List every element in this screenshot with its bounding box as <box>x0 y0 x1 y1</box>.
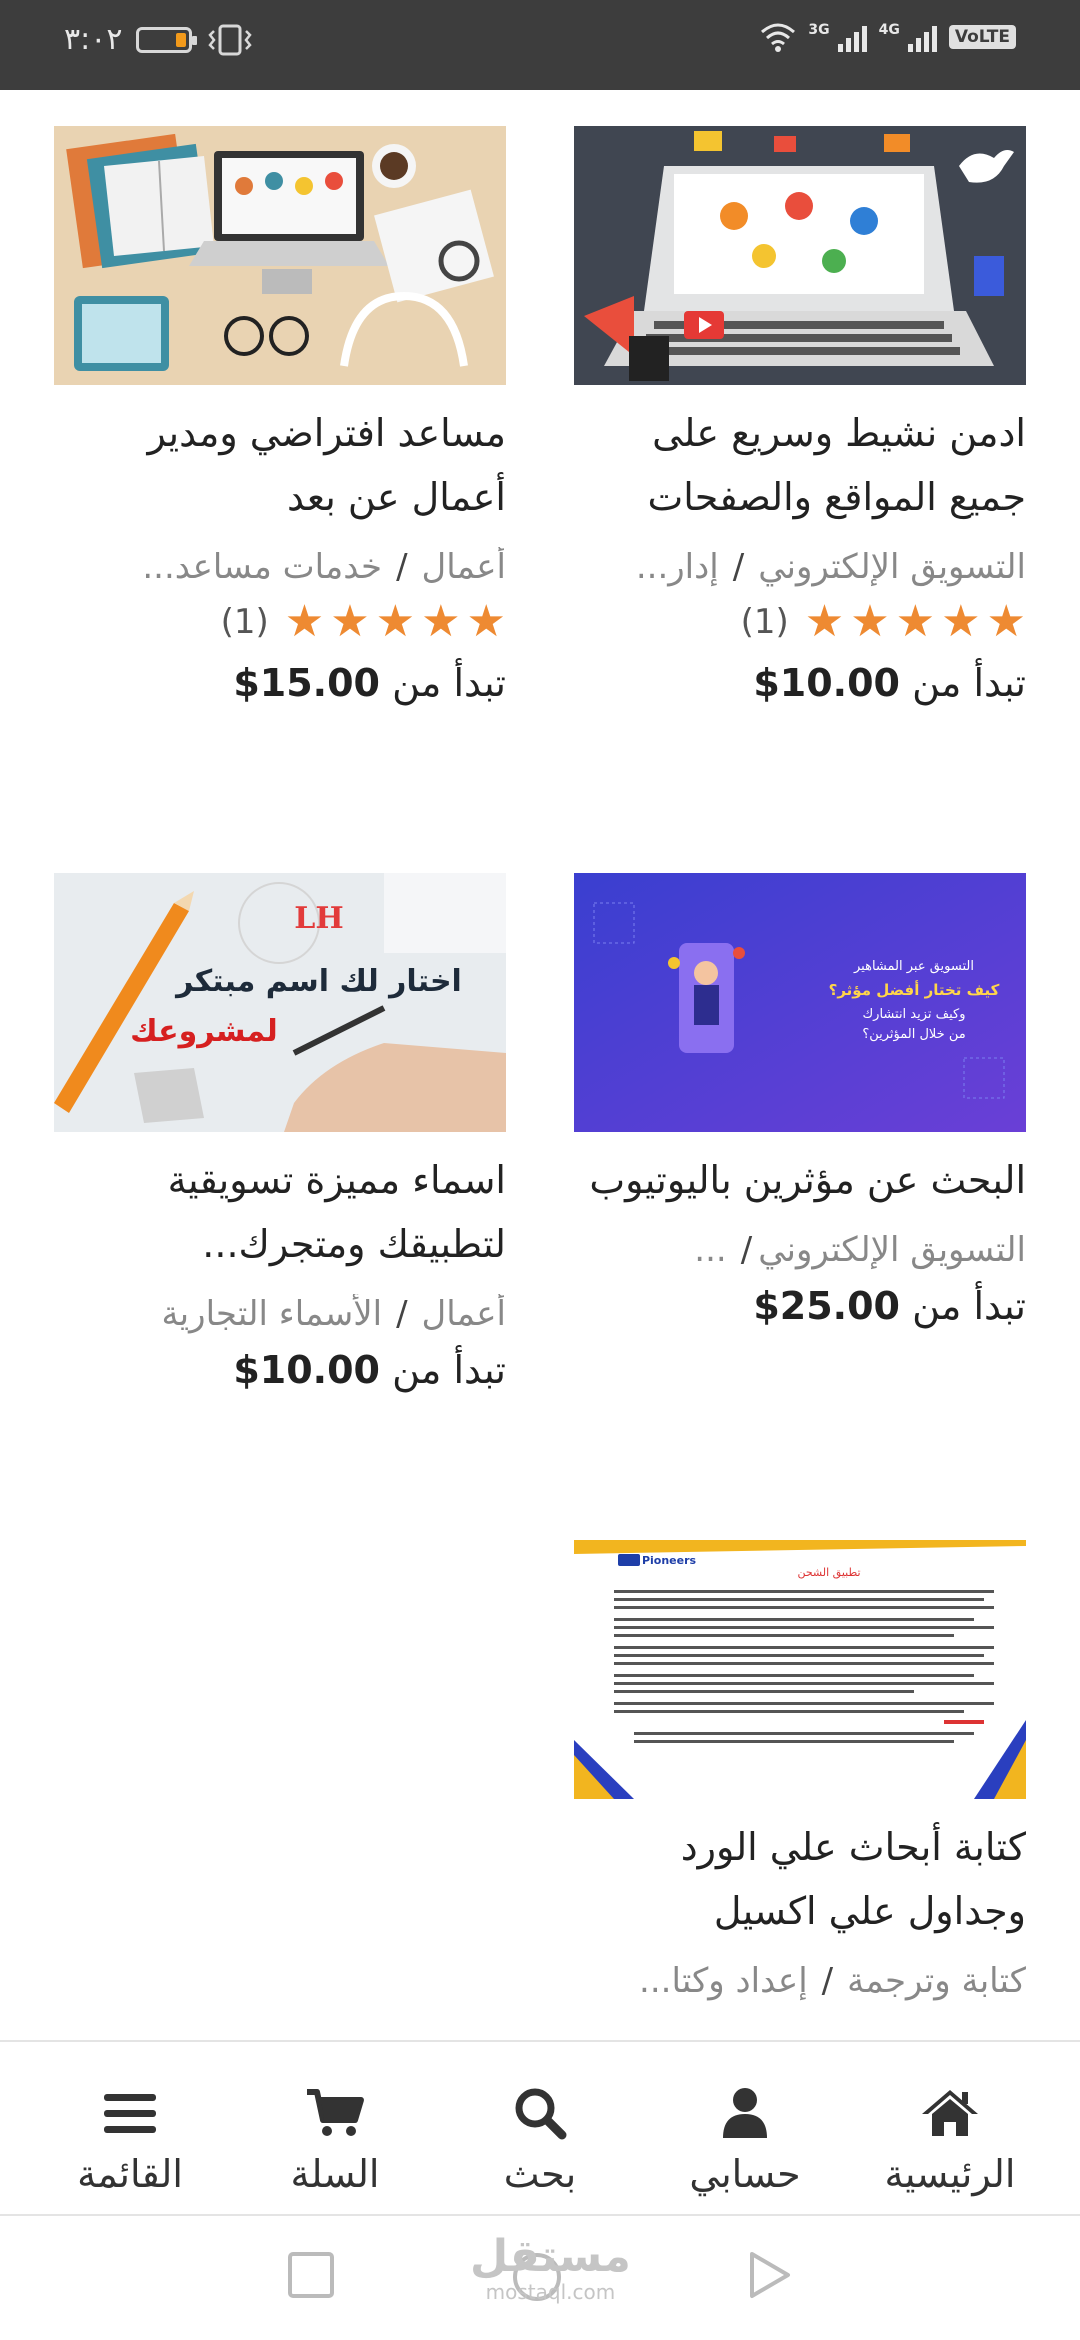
product-title[interactable]: كتابة أبحاث علي الورد وجداول علي اكسيل <box>574 1815 1026 1943</box>
image-text: LH <box>294 901 343 936</box>
rating-count: (1) <box>740 602 789 642</box>
category-link[interactable]: التسويق الإلكتروني <box>758 547 1026 587</box>
document-page-image[interactable]: Pioneers تطبيق الشحن <box>574 1540 1026 1799</box>
volte-badge: VoLTE <box>948 25 1016 49</box>
product-price: تبدأ من $10.00 <box>233 1348 506 1392</box>
rating-count: (1) <box>220 602 269 642</box>
product-card[interactable]: Pioneers تطبيق الشحن كتابة أبحاث علي الو… <box>574 1540 1026 2001</box>
image-text: كيف تختار أفضل مؤثر؟ <box>829 980 1000 999</box>
product-card[interactable]: مساعد افتراضي ومدير أعمال عن بعد أعمال/خ… <box>54 126 506 705</box>
nav-menu[interactable]: القائمة <box>30 2042 230 2214</box>
star-icon: ★ <box>986 596 1026 647</box>
star-icon: ★ <box>466 596 506 647</box>
product-card[interactable]: ادمن نشيط وسريع على جميع المواقع والصفحا… <box>574 126 1026 705</box>
nav-cart[interactable]: السلة <box>235 2042 435 2214</box>
influencer-banner-image[interactable]: التسويق عبر المشاهير كيف تختار أفضل مؤثر… <box>574 873 1026 1132</box>
subcategory-link[interactable]: إدار... <box>636 547 719 587</box>
battery-icon <box>136 26 198 53</box>
product-title[interactable]: ادمن نشيط وسريع على جميع المواقع والصفحا… <box>574 401 1026 529</box>
category-link[interactable]: أعمال <box>422 1294 506 1334</box>
rating: ★ ★ ★ ★ ★ (1) <box>54 597 506 647</box>
social-media-laptop-image[interactable] <box>574 126 1026 385</box>
nav-label: السلة <box>290 2152 380 2196</box>
subcategory-link[interactable]: خدمات مساعد... <box>142 547 382 587</box>
product-price: تبدأ من $10.00 <box>753 661 1026 705</box>
image-text: Pioneers <box>642 1554 697 1567</box>
wifi-icon <box>761 23 796 52</box>
user-icon <box>723 2088 767 2138</box>
product-category[interactable]: أعمال/خدمات مساعد... <box>54 547 506 587</box>
image-text: لمشروعك <box>130 1014 278 1049</box>
subcategory-link[interactable]: ... <box>694 1230 726 1270</box>
network-4g-label: 4G <box>878 22 900 38</box>
recents-icon[interactable] <box>286 2250 336 2300</box>
image-text: تطبيق الشحن <box>797 1566 860 1580</box>
nav-account[interactable]: حسابي <box>645 2042 845 2214</box>
product-category[interactable]: أعمال/الأسماء التجارية <box>54 1294 506 1334</box>
rating: ★ ★ ★ ★ ★ (1) <box>574 597 1026 647</box>
image-text: من خلال المؤثرين؟ <box>862 1027 965 1042</box>
nav-search[interactable]: بحث <box>440 2042 640 2214</box>
image-text: اختار لك اسم مبتكر <box>174 964 462 999</box>
menu-icon <box>104 2094 156 2133</box>
star-icon: ★ <box>941 596 981 647</box>
vibrate-icon <box>208 24 253 55</box>
nav-label: حسابي <box>689 2152 801 2196</box>
cart-icon <box>307 2089 364 2136</box>
product-price: تبدأ من $25.00 <box>753 1284 1026 1328</box>
star-icon: ★ <box>804 596 845 647</box>
home-icon <box>922 2090 978 2136</box>
status-bar: ٣:٠٢ 3G 4G VoLTE <box>0 0 1080 90</box>
subcategory-link[interactable]: الأسماء التجارية <box>161 1294 382 1334</box>
clock: ٣:٠٢ <box>64 22 123 57</box>
star-icon: ★ <box>895 596 936 647</box>
star-icon: ★ <box>330 596 370 647</box>
system-nav-bar: مستقل mostaql.com <box>0 2216 1080 2340</box>
desk-workspace-image[interactable] <box>54 126 506 385</box>
nav-label: القائمة <box>77 2152 183 2196</box>
product-category[interactable]: التسويق الإلكتروني/... <box>574 1230 1026 1270</box>
signal-4g-icon <box>907 22 937 52</box>
product-title[interactable]: اسماء مميزة تسويقية لتطبيقك ومتجرك... <box>54 1148 506 1276</box>
image-text: التسويق عبر المشاهير <box>853 959 974 974</box>
star-icon: ★ <box>421 596 461 647</box>
star-icon: ★ <box>375 596 416 647</box>
product-card[interactable]: التسويق عبر المشاهير كيف تختار أفضل مؤثر… <box>574 873 1026 1328</box>
network-3g-label: 3G <box>808 22 830 38</box>
product-category[interactable]: كتابة وترجمة/إعداد وكتا... <box>574 1961 1026 2001</box>
nav-label: بحث <box>503 2152 577 2196</box>
nav-label: الرئيسية <box>884 2152 1016 2196</box>
product-title[interactable]: البحث عن مؤثرين باليوتيوب <box>574 1148 1026 1212</box>
subcategory-link[interactable]: إعداد وكتا... <box>639 1961 808 2001</box>
bottom-nav: الرئيسية حسابي بحث السلة القائمة <box>0 2040 1080 2216</box>
category-link[interactable]: التسويق الإلكتروني <box>758 1230 1026 1270</box>
back-icon[interactable] <box>744 2250 794 2300</box>
signal-3g-icon <box>837 22 867 52</box>
watermark: مستقل mostaql.com <box>470 2231 631 2305</box>
image-text: وكيف تزيد انتشارك <box>862 1007 965 1022</box>
star-icon: ★ <box>850 596 890 647</box>
category-link[interactable]: كتابة وترجمة <box>847 1961 1026 2001</box>
nav-home[interactable]: الرئيسية <box>850 2042 1050 2214</box>
creative-name-image[interactable]: LH اختار لك اسم مبتكر لمشروعك <box>54 873 506 1132</box>
search-icon <box>515 2088 567 2140</box>
category-link[interactable]: أعمال <box>422 547 506 587</box>
product-price: تبدأ من $15.00 <box>233 661 506 705</box>
product-title[interactable]: مساعد افتراضي ومدير أعمال عن بعد <box>54 401 506 529</box>
product-category[interactable]: التسويق الإلكتروني/إدار... <box>574 547 1026 587</box>
star-icon: ★ <box>284 596 325 647</box>
product-card[interactable]: LH اختار لك اسم مبتكر لمشروعك اسماء مميز… <box>54 873 506 1392</box>
